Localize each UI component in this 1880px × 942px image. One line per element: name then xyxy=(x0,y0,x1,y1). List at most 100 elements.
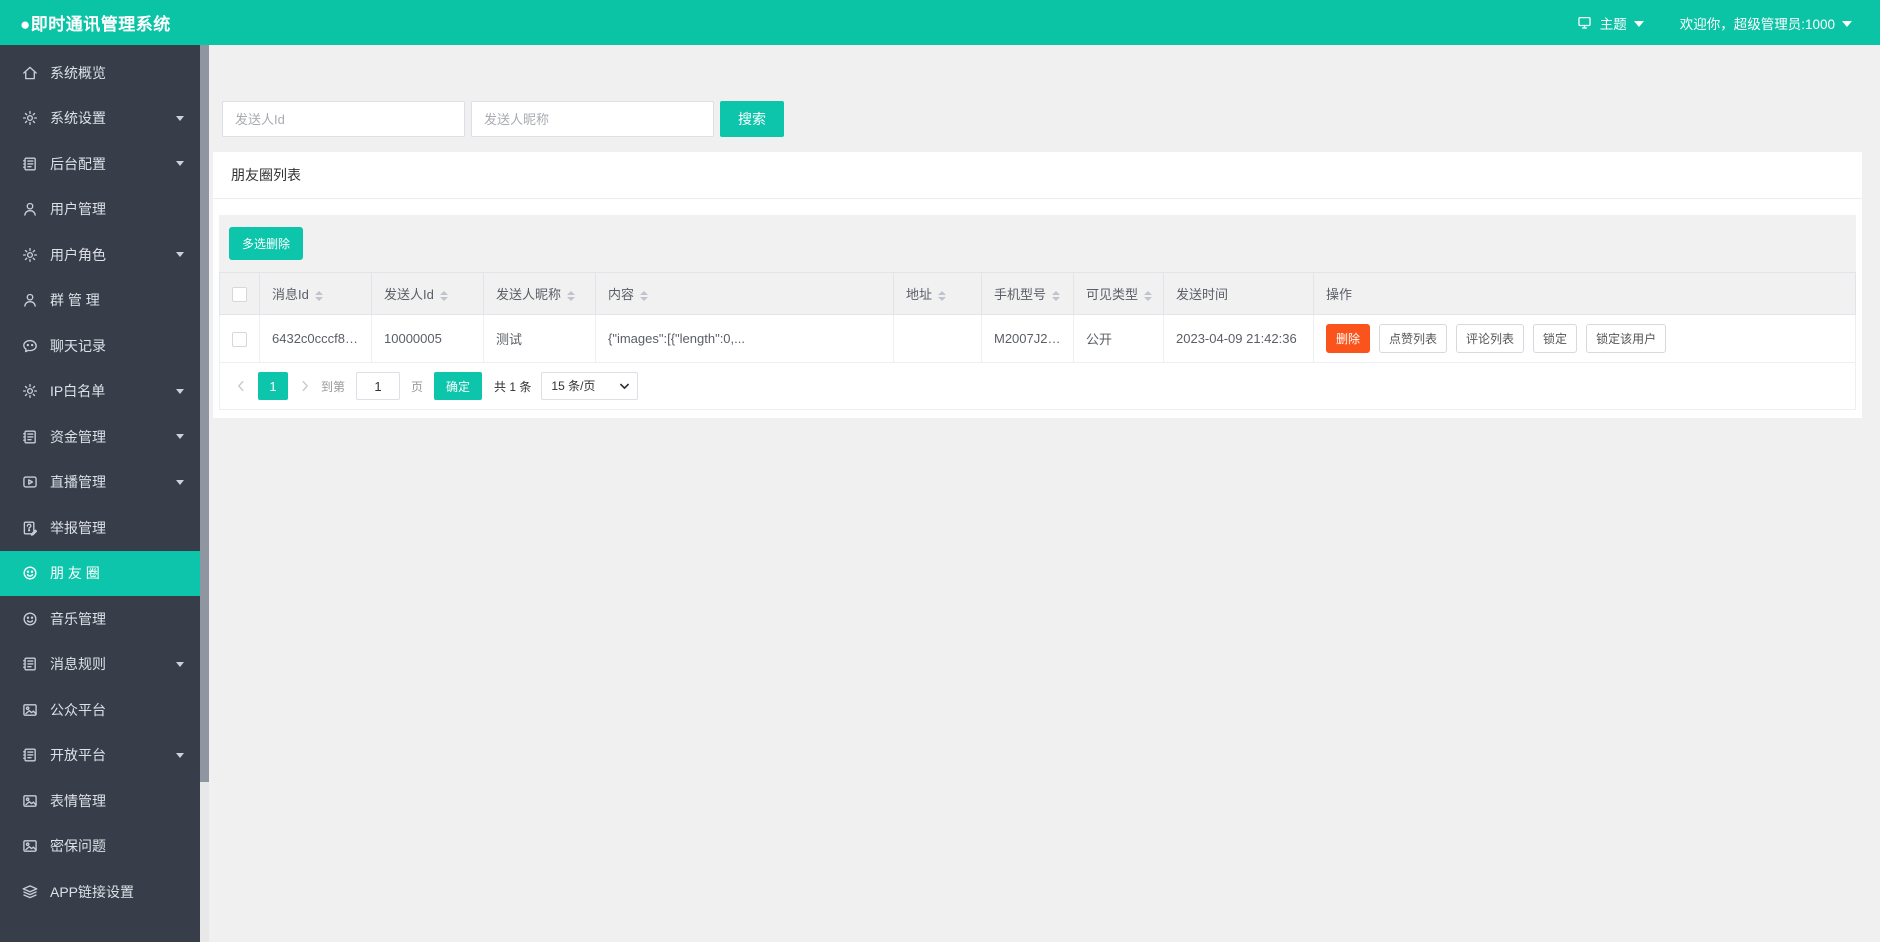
column-header-sender-nickname[interactable]: 发送人昵称 xyxy=(483,272,596,315)
sidebar-item-label: 系统设置 xyxy=(50,110,106,127)
sidebar-item-label: 消息规则 xyxy=(50,656,106,673)
sidebar-item-label: 朋 友 圈 xyxy=(50,565,100,582)
sort-icon[interactable] xyxy=(1144,290,1153,301)
theme-menu[interactable]: 主题 xyxy=(1576,13,1644,33)
column-header-send-time: 发送时间 xyxy=(1163,272,1314,315)
chevron-down-icon xyxy=(1842,20,1852,27)
comments-list-button[interactable]: 评论列表 xyxy=(1456,324,1525,353)
column-header-phone-model[interactable]: 手机型号 xyxy=(981,272,1074,315)
chevron-down-icon xyxy=(176,115,184,121)
delete-button[interactable]: 删除 xyxy=(1326,324,1371,353)
sidebar-item-16[interactable]: 表情管理 xyxy=(0,778,200,824)
panel-body: 多选删除 消息Id 发送人Id 发送人昵称 内容 地址 手机型号 可见类型 发送时间 操作 xyxy=(213,199,1862,418)
sidebar-item-6[interactable]: 聊天记录 xyxy=(0,323,200,369)
sidebar-item-label: 系统概览 xyxy=(50,64,106,81)
prev-page-button[interactable] xyxy=(230,379,252,393)
confirm-button[interactable]: 确定 xyxy=(434,372,483,400)
sidebar-item-2[interactable]: 后台配置 xyxy=(0,141,200,187)
sidebar-item-0[interactable]: 系统概览 xyxy=(0,50,200,96)
sidebar-item-12[interactable]: 音乐管理 xyxy=(0,596,200,642)
welcome-text: 欢迎你，超级管理员:1000 xyxy=(1679,16,1835,32)
goto-suffix-label: 页 xyxy=(411,379,424,394)
page-size-select[interactable]: 15 条/页 xyxy=(541,372,639,400)
column-label: 地址 xyxy=(906,287,933,302)
column-label: 内容 xyxy=(608,287,635,302)
chevron-down-icon xyxy=(176,661,184,667)
sort-icon[interactable] xyxy=(1052,290,1061,301)
sidebar-item-5[interactable]: 群 管 理 xyxy=(0,278,200,324)
sort-icon[interactable] xyxy=(567,290,576,301)
sidebar-item-1[interactable]: 系统设置 xyxy=(0,96,200,142)
top-header-bar: ●即时通讯管理系统 主题 欢迎你，超级管理员:1000 xyxy=(0,0,1880,45)
sidebar-scrollbar[interactable] xyxy=(200,45,209,942)
gear-icon xyxy=(21,382,39,400)
sidebar-item-label: APP链接设置 xyxy=(50,883,135,900)
sidebar-item-17[interactable]: 密保问题 xyxy=(0,824,200,870)
sidebar-item-label: 用户管理 xyxy=(50,201,106,218)
sidebar-item-9[interactable]: 直播管理 xyxy=(0,460,200,506)
sidebar-item-4[interactable]: 用户角色 xyxy=(0,232,200,278)
sort-icon[interactable] xyxy=(640,290,649,301)
chevron-down-icon xyxy=(1633,20,1644,27)
page-jump-input[interactable] xyxy=(356,372,401,400)
sidebar-item-18[interactable]: APP链接设置 xyxy=(0,869,200,915)
total-count-label: 共 1 条 xyxy=(494,379,532,394)
row-checkbox[interactable] xyxy=(232,331,247,347)
cell-send-time: 2023-04-09 21:42:36 xyxy=(1163,314,1314,363)
pagination: 1 到第 页 确定 共 1 条 15 条/页 xyxy=(219,363,1856,410)
bulk-delete-button[interactable]: 多选删除 xyxy=(229,227,304,260)
sidebar-item-label: 密保问题 xyxy=(50,838,106,855)
sidebar-item-10[interactable]: 举报管理 xyxy=(0,505,200,551)
sort-icon[interactable] xyxy=(938,290,947,301)
select-all-checkbox[interactable] xyxy=(232,286,247,302)
scrollbar-thumb[interactable] xyxy=(200,45,209,782)
search-button[interactable]: 搜索 xyxy=(720,101,784,137)
sidebar-item-7[interactable]: IP白名单 xyxy=(0,369,200,415)
sort-icon[interactable] xyxy=(439,290,448,301)
notebook-icon xyxy=(21,428,39,446)
sidebar-item-label: 资金管理 xyxy=(50,428,106,445)
search-bar: 搜索 xyxy=(222,101,784,137)
chevron-down-icon xyxy=(176,252,184,258)
goto-prefix-label: 到第 xyxy=(321,379,346,394)
column-label: 手机型号 xyxy=(994,287,1047,302)
sort-icon[interactable] xyxy=(314,290,323,301)
sidebar-item-13[interactable]: 消息规则 xyxy=(0,642,200,688)
sidebar-item-label: 后台配置 xyxy=(50,155,106,172)
image-icon xyxy=(21,701,39,719)
image-icon xyxy=(21,837,39,855)
lock-button[interactable]: 锁定 xyxy=(1533,324,1578,353)
sidebar-item-label: 音乐管理 xyxy=(50,610,106,627)
cell-visibility: 公开 xyxy=(1073,314,1164,363)
user-menu[interactable]: 欢迎你，超级管理员:1000 xyxy=(1680,13,1852,33)
moments-table: 消息Id 发送人Id 发送人昵称 内容 地址 手机型号 可见类型 发送时间 操作 6432c0c… xyxy=(219,272,1856,363)
column-header-message-id[interactable]: 消息Id xyxy=(259,272,372,315)
sidebar-item-label: IP白名单 xyxy=(50,383,106,400)
cell-content: {"images":[{"length":0,... xyxy=(595,314,894,363)
cell-message-id: 6432c0cccf861d... xyxy=(259,314,372,363)
column-label: 可见类型 xyxy=(1086,287,1139,302)
sidebar-item-8[interactable]: 资金管理 xyxy=(0,414,200,460)
topbar-right: 主题 欢迎你，超级管理员:1000 xyxy=(1576,13,1852,33)
column-header-visibility[interactable]: 可见类型 xyxy=(1073,272,1164,315)
page-size-select-wrap: 15 条/页 xyxy=(541,372,639,400)
column-header-address[interactable]: 地址 xyxy=(893,272,982,315)
user-icon xyxy=(21,200,39,218)
sender-nickname-input[interactable] xyxy=(471,101,714,137)
panel-title: 朋友圈列表 xyxy=(213,152,1862,199)
column-header-content[interactable]: 内容 xyxy=(595,272,894,315)
page-number-button[interactable]: 1 xyxy=(258,372,288,400)
sidebar-item-14[interactable]: 公众平台 xyxy=(0,687,200,733)
column-header-sender-id[interactable]: 发送人Id xyxy=(371,272,484,315)
cell-actions: 删除 点赞列表 评论列表 锁定 锁定该用户 xyxy=(1313,314,1856,363)
cell-sender-id: 10000005 xyxy=(371,314,484,363)
table-container: 多选删除 消息Id 发送人Id 发送人昵称 内容 地址 手机型号 可见类型 发送时间 操作 xyxy=(219,215,1856,410)
lock-user-button[interactable]: 锁定该用户 xyxy=(1586,324,1667,353)
likes-list-button[interactable]: 点赞列表 xyxy=(1379,324,1448,353)
sidebar-item-15[interactable]: 开放平台 xyxy=(0,733,200,779)
sidebar-item-3[interactable]: 用户管理 xyxy=(0,187,200,233)
sender-id-input[interactable] xyxy=(222,101,465,137)
sidebar-nav: 系统概览系统设置后台配置用户管理用户角色群 管 理聊天记录 IP白名单资金管理直播… xyxy=(0,50,200,915)
next-page-button[interactable] xyxy=(294,379,316,393)
sidebar-item-11[interactable]: 朋 友 圈 xyxy=(0,550,200,596)
